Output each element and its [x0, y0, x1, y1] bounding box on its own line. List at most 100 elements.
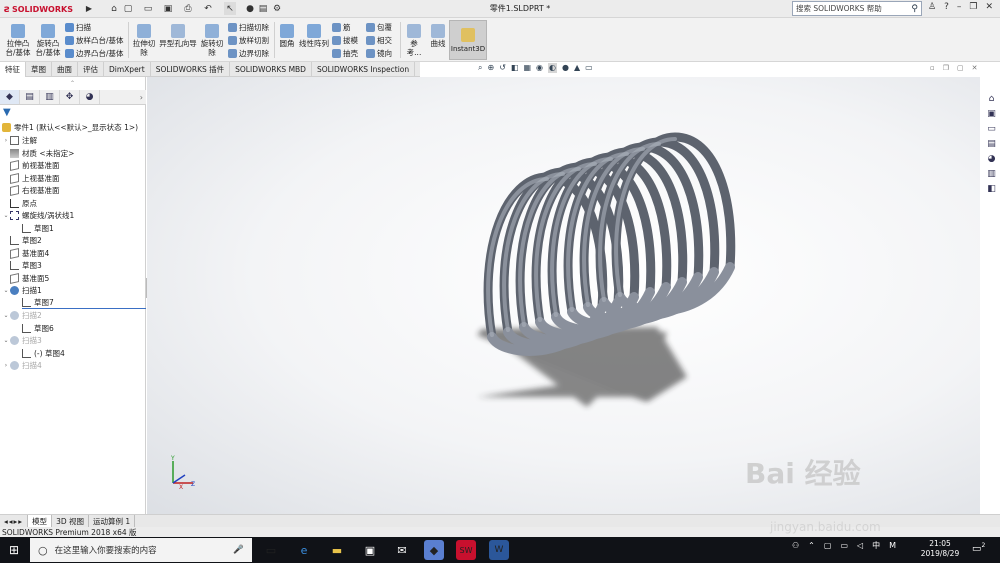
forum-icon[interactable]: ◧ — [985, 182, 998, 195]
tree-item-origin[interactable]: 原点 — [10, 197, 37, 209]
view-palette-icon[interactable]: ▤ — [985, 137, 998, 150]
loft-boss-button[interactable]: 放样凸台/基体 — [65, 34, 124, 46]
wrap-button[interactable]: 包覆 — [366, 21, 392, 33]
view-settings-icon[interactable]: ▭ — [585, 63, 593, 73]
scene-icon[interactable]: ▲ — [574, 63, 580, 73]
view-orientation-icon[interactable]: ▦ — [523, 63, 531, 73]
tree-item-top-plane[interactable]: 上视基准面 — [10, 172, 60, 184]
volume-icon[interactable]: ◁ — [857, 541, 863, 550]
solidworks-taskbar-icon[interactable]: SW — [456, 540, 476, 560]
new-document-icon[interactable]: ▢ — [122, 2, 134, 15]
options-gear-icon[interactable]: ⚙ — [271, 2, 283, 15]
file-explorer-taskbar-icon[interactable]: ▬ — [327, 540, 347, 560]
viewport-maximize-icon[interactable]: ▢ — [957, 64, 964, 72]
swept-cut-button[interactable]: 扫描切除 — [228, 21, 269, 33]
word-taskbar-icon[interactable]: W — [489, 540, 509, 560]
previous-view-icon[interactable]: ↺ — [499, 63, 506, 73]
tree-item-sketch1[interactable]: 草图1 — [22, 222, 54, 234]
expand-panel-icon[interactable]: › — [140, 93, 143, 102]
revolve-boss-button[interactable]: 旋转凸 台/基体 — [34, 24, 62, 64]
edge-browser-icon[interactable]: e — [294, 540, 314, 560]
shell-button[interactable]: 抽壳 — [332, 47, 358, 59]
ime-indicator[interactable]: 中 — [872, 540, 880, 551]
open-folder-icon[interactable]: ▭ — [142, 2, 154, 15]
tree-item-sweep1[interactable]: ⌄ 扫描1 — [2, 284, 42, 296]
tree-item-sketch2[interactable]: 草图2 — [10, 234, 42, 246]
network-icon[interactable]: ▢ — [824, 541, 832, 550]
restore-icon[interactable]: ❐ — [969, 2, 977, 12]
appearance-icon[interactable]: ● — [562, 63, 569, 73]
fillet-button[interactable]: 圆角 — [277, 24, 297, 64]
user-icon[interactable]: ♙ — [928, 2, 936, 12]
expand-arrow-icon[interactable]: › — [2, 137, 10, 144]
filter-icon[interactable]: ▼ — [3, 107, 11, 118]
select-icon[interactable]: ↖ — [224, 2, 236, 15]
property-manager-tab-icon[interactable]: ▤ — [20, 90, 40, 104]
expand-arrow-icon[interactable]: ⌄ — [2, 337, 10, 344]
viewport-restore-icon[interactable]: ❐ — [943, 64, 949, 72]
viewport-close-icon[interactable]: ✕ — [972, 64, 978, 72]
people-icon[interactable]: ⚇ — [792, 541, 799, 550]
reference-geometry-button[interactable]: 参考... — [403, 24, 425, 64]
rebuild-icon[interactable]: ● — [244, 2, 256, 15]
tree-item-plane4[interactable]: 基准面4 — [10, 247, 49, 259]
tab-mbd[interactable]: SOLIDWORKS MBD — [230, 62, 312, 77]
tree-item-sweep3[interactable]: ⌄ 扫描3 — [2, 334, 42, 346]
show-hidden-icon[interactable]: ⌃ — [808, 541, 815, 550]
app-taskbar-icon[interactable]: ◆ — [424, 540, 444, 560]
home-icon[interactable]: ⌂ — [108, 2, 120, 15]
tree-item-plane5[interactable]: 基准面5 — [10, 272, 49, 284]
expand-arrow-icon[interactable]: ⌄ — [2, 312, 10, 319]
tree-item-material[interactable]: 材质 <未指定> — [10, 147, 74, 159]
design-library-icon[interactable]: ▣ — [985, 107, 998, 120]
intersect-button[interactable]: 相交 — [366, 34, 392, 46]
hide-show-icon[interactable]: ◐ — [548, 63, 557, 73]
boundary-boss-button[interactable]: 边界凸台/基体 — [65, 47, 124, 59]
section-view-icon[interactable]: ◧ — [511, 63, 519, 73]
expand-arrow-icon[interactable]: ⌄ — [2, 212, 10, 219]
tree-item-annotations[interactable]: › 注解 — [2, 134, 37, 146]
draft-button[interactable]: 拔模 — [332, 34, 358, 46]
sweep-button[interactable]: 扫描 — [65, 21, 91, 33]
help-icon[interactable]: ? — [944, 2, 949, 12]
tree-item-helix[interactable]: ⌄ 螺旋线/涡状线1 — [2, 209, 74, 221]
display-manager-tab-icon[interactable]: ◕ — [80, 90, 100, 104]
tree-item-front-plane[interactable]: 前视基准面 — [10, 159, 60, 171]
ime-mode-indicator[interactable]: M — [889, 541, 896, 550]
search-icon[interactable]: ⚲ — [911, 4, 918, 14]
tab-features[interactable]: 特征 — [0, 62, 26, 77]
mirror-button[interactable]: 镜向 — [366, 47, 392, 59]
tab-addins[interactable]: SOLIDWORKS 插件 — [151, 62, 231, 77]
undo-icon[interactable]: ↶ — [202, 2, 214, 15]
boundary-cut-button[interactable]: 边界切除 — [228, 47, 269, 59]
minimize-icon[interactable]: – — [957, 2, 962, 12]
help-search-input[interactable]: 搜索 SOLIDWORKS 帮助 ⚲ — [792, 1, 922, 16]
print-icon[interactable]: ⎙ — [182, 2, 194, 15]
viewport-minimize-icon[interactable]: ▫ — [930, 64, 935, 72]
microphone-icon[interactable]: 🎤 — [233, 545, 244, 555]
curves-button[interactable]: 曲线 — [428, 24, 448, 64]
taskbar-clock[interactable]: 21:05 2019/8/29 — [917, 539, 963, 559]
close-icon[interactable]: ✕ — [985, 2, 993, 12]
expand-arrow-icon[interactable]: › — [2, 362, 10, 369]
save-icon[interactable]: ▣ — [162, 2, 174, 15]
graphics-area[interactable]: Y X Z — [147, 77, 980, 514]
tab-surfaces[interactable]: 曲面 — [52, 62, 78, 77]
dimxpert-manager-tab-icon[interactable]: ✥ — [60, 90, 80, 104]
windows-start-icon[interactable]: ⊞ — [0, 543, 28, 557]
panel-collapse-handle[interactable]: ⌃ — [70, 80, 75, 87]
file-properties-icon[interactable]: ▤ — [257, 2, 269, 15]
hole-wizard-button[interactable]: 异型孔向导 — [158, 24, 198, 64]
tree-item-sketch4[interactable]: (-) 草图4 — [22, 347, 65, 359]
feature-tree-tab-icon[interactable]: ◆ — [0, 90, 20, 104]
zoom-to-fit-icon[interactable]: ⌕ — [478, 63, 482, 73]
task-view-icon[interactable]: ▭ — [261, 540, 281, 560]
file-explorer-icon[interactable]: ▭ — [985, 122, 998, 135]
tree-root[interactable]: 零件1 (默认<<默认>_显示状态 1>) — [2, 121, 138, 133]
custom-properties-icon[interactable]: ▥ — [985, 167, 998, 180]
display-style-icon[interactable]: ◉ — [536, 63, 543, 73]
tree-item-right-plane[interactable]: 右视基准面 — [10, 184, 60, 196]
configuration-manager-tab-icon[interactable]: ▥ — [40, 90, 60, 104]
menu-arrow-icon[interactable]: ▶ — [83, 2, 95, 15]
appearances-icon[interactable]: ◕ — [985, 152, 998, 165]
